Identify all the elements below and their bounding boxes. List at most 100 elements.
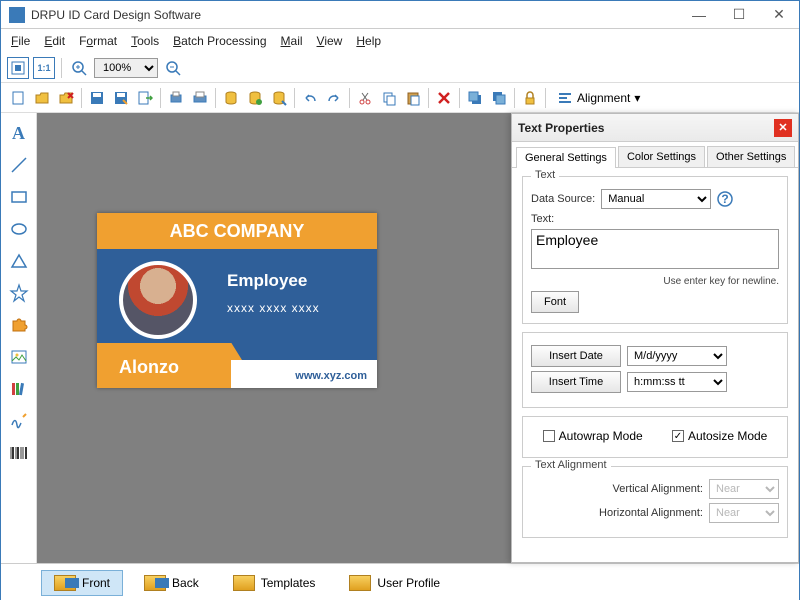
text-group: Text Data Source: Manual ? Text: Employe… xyxy=(522,176,788,324)
database1-icon[interactable] xyxy=(220,87,242,109)
card-name: Alonzo xyxy=(119,357,179,378)
newline-hint: Use enter key for newline. xyxy=(531,276,779,287)
halign-select: Near xyxy=(709,503,779,523)
user-profile-tab[interactable]: User Profile xyxy=(336,570,453,596)
text-label: Text: xyxy=(531,213,554,225)
rectangle-tool-icon[interactable] xyxy=(7,185,31,209)
save-icon[interactable] xyxy=(86,87,108,109)
menu-format[interactable]: Format xyxy=(79,34,117,48)
image-tool-icon[interactable] xyxy=(7,345,31,369)
autosize-checkbox[interactable]: ✓Autosize Mode xyxy=(672,429,767,443)
menu-edit[interactable]: Edit xyxy=(44,34,65,48)
autowrap-checkbox[interactable]: Autowrap Mode xyxy=(543,429,643,443)
back-tab[interactable]: Back xyxy=(131,570,212,596)
datetime-group: Insert Date M/d/yyyy Insert Time h:mm:ss… xyxy=(522,332,788,408)
bottom-bar: Front Back Templates User Profile xyxy=(1,563,799,601)
insert-time-button[interactable]: Insert Time xyxy=(531,371,621,393)
signature-tool-icon[interactable] xyxy=(7,409,31,433)
valign-select: Near xyxy=(709,479,779,499)
actual-size-icon[interactable]: 1:1 xyxy=(33,57,55,79)
cut-icon[interactable] xyxy=(354,87,376,109)
valign-label: Vertical Alignment: xyxy=(613,483,704,495)
zoom-in-icon[interactable] xyxy=(68,57,90,79)
ellipse-tool-icon[interactable] xyxy=(7,217,31,241)
alignment-group: Text Alignment Vertical Alignment: Near … xyxy=(522,466,788,538)
maximize-button[interactable]: ☐ xyxy=(719,1,759,29)
front-icon xyxy=(54,575,76,591)
print-preview-icon[interactable] xyxy=(165,87,187,109)
close-file-icon[interactable] xyxy=(55,87,77,109)
menu-view[interactable]: View xyxy=(317,34,343,48)
app-icon xyxy=(9,7,25,23)
barcode-tool-icon[interactable] xyxy=(7,441,31,465)
alignment-label: Alignment xyxy=(577,91,630,105)
print-icon[interactable] xyxy=(189,87,211,109)
save-as-icon[interactable] xyxy=(110,87,132,109)
alignment-group-title: Text Alignment xyxy=(531,459,611,471)
insert-date-button[interactable]: Insert Date xyxy=(531,345,621,367)
zoom-select[interactable]: 100% xyxy=(94,58,158,78)
time-format-select[interactable]: h:mm:ss tt xyxy=(627,372,727,392)
window-title: DRPU ID Card Design Software xyxy=(31,8,679,22)
data-source-select[interactable]: Manual xyxy=(601,189,711,209)
menu-help[interactable]: Help xyxy=(356,34,381,48)
tab-color[interactable]: Color Settings xyxy=(618,146,705,167)
delete-icon[interactable] xyxy=(433,87,455,109)
menu-file[interactable]: File xyxy=(11,34,30,48)
card-website: www.xyz.com xyxy=(295,370,367,382)
database2-icon[interactable] xyxy=(244,87,266,109)
library-tool-icon[interactable] xyxy=(7,377,31,401)
redo-icon[interactable] xyxy=(323,87,345,109)
menu-tools[interactable]: Tools xyxy=(131,34,159,48)
database3-icon[interactable] xyxy=(268,87,290,109)
text-input[interactable]: Employee xyxy=(531,229,779,269)
card-role: Employee xyxy=(227,271,307,291)
alignment-dropdown[interactable]: Alignment ▾ xyxy=(550,87,647,109)
alignment-icon xyxy=(557,90,573,106)
tab-other[interactable]: Other Settings xyxy=(707,146,795,167)
send-back-icon[interactable] xyxy=(488,87,510,109)
card-company: ABC COMPANY xyxy=(97,213,377,249)
bring-front-icon[interactable] xyxy=(464,87,486,109)
titlebar: DRPU ID Card Design Software — ☐ ✕ xyxy=(1,1,799,29)
copy-icon[interactable] xyxy=(378,87,400,109)
puzzle-tool-icon[interactable] xyxy=(7,313,31,337)
paste-icon[interactable] xyxy=(402,87,424,109)
minimize-button[interactable]: — xyxy=(679,1,719,29)
fit-window-icon[interactable] xyxy=(7,57,29,79)
tab-general[interactable]: General Settings xyxy=(516,147,616,168)
back-icon xyxy=(144,575,166,591)
date-format-select[interactable]: M/d/yyyy xyxy=(627,346,727,366)
templates-icon xyxy=(233,575,255,591)
card-web-strip: www.xyz.com xyxy=(231,360,377,388)
help-icon[interactable]: ? xyxy=(717,191,733,207)
card-photo xyxy=(119,261,197,339)
card-masked: xxxx xxxx xxxx xyxy=(227,301,320,315)
data-source-label: Data Source: xyxy=(531,193,595,205)
triangle-tool-icon[interactable] xyxy=(7,249,31,273)
star-tool-icon[interactable] xyxy=(7,281,31,305)
toolbar-main: Alignment ▾ xyxy=(1,83,799,113)
open-icon[interactable] xyxy=(31,87,53,109)
zoom-out-icon[interactable] xyxy=(162,57,184,79)
lock-icon[interactable] xyxy=(519,87,541,109)
panel-close-button[interactable]: ✕ xyxy=(774,119,792,137)
menu-mail[interactable]: Mail xyxy=(281,34,303,48)
new-icon[interactable] xyxy=(7,87,29,109)
templates-tab[interactable]: Templates xyxy=(220,570,329,596)
text-group-title: Text xyxy=(531,169,559,181)
user-profile-icon xyxy=(349,575,371,591)
text-tool-icon[interactable]: A xyxy=(7,121,31,145)
tool-sidebar: A xyxy=(1,113,37,563)
menu-batch[interactable]: Batch Processing xyxy=(173,34,266,48)
id-card[interactable]: ABC COMPANY Employee xxxx xxxx xxxx Alon… xyxy=(97,213,377,388)
export-icon[interactable] xyxy=(134,87,156,109)
halign-label: Horizontal Alignment: xyxy=(599,507,703,519)
line-tool-icon[interactable] xyxy=(7,153,31,177)
undo-icon[interactable] xyxy=(299,87,321,109)
toolbar-zoom: 1:1 100% xyxy=(1,53,799,83)
panel-tabs: General Settings Color Settings Other Se… xyxy=(512,142,798,168)
close-button[interactable]: ✕ xyxy=(759,1,799,29)
front-tab[interactable]: Front xyxy=(41,570,123,596)
font-button[interactable]: Font xyxy=(531,291,579,313)
